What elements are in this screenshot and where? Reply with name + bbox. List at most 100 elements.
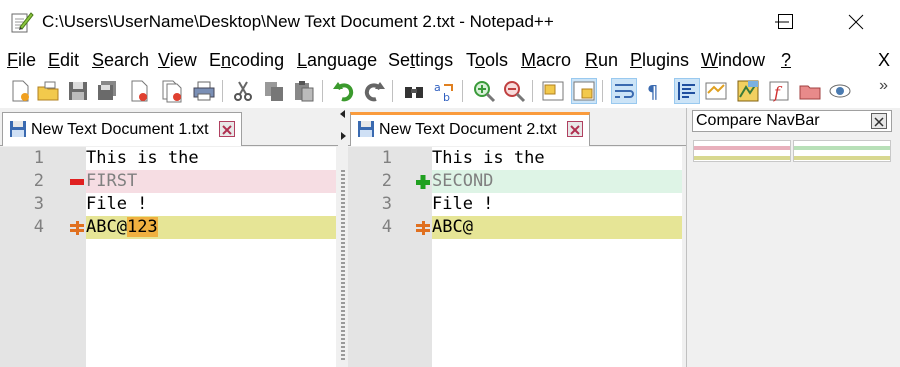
menu-run[interactable]: Run — [585, 50, 618, 71]
show-all-characters-icon[interactable]: ¶ — [642, 79, 666, 103]
save-all-icon[interactable] — [95, 79, 119, 103]
navbar-title: Compare NavBar — [696, 112, 820, 129]
menu-file[interactable]: File — [7, 50, 36, 71]
function-list-icon[interactable]: f — [767, 79, 791, 103]
zoom-out-icon[interactable] — [502, 79, 526, 103]
file-saved-icon — [357, 120, 375, 138]
tab-label: New Text Document 2.txt — [379, 121, 557, 138]
cut-icon[interactable] — [231, 79, 255, 103]
indent-guide-icon[interactable] — [674, 78, 700, 104]
menu-help[interactable]: ? — [781, 50, 791, 71]
added-marker — [794, 146, 890, 150]
menu-view[interactable]: View — [158, 50, 197, 71]
changed-marker — [794, 156, 890, 160]
line-text: ABC@ — [432, 216, 682, 239]
close-window-button[interactable] — [826, 0, 886, 46]
paste-icon[interactable] — [292, 79, 316, 103]
menu-encoding[interactable]: Encoding — [209, 50, 284, 71]
changed-line-icon — [416, 221, 430, 235]
sync-horizontal-scroll-icon[interactable] — [571, 78, 597, 104]
editor-line-changed: 4 ABC@123 — [0, 216, 336, 239]
zoom-in-icon[interactable] — [472, 79, 496, 103]
print-icon[interactable] — [192, 79, 216, 103]
tab-new-text-document-1[interactable]: New Text Document 1.txt — [2, 112, 242, 146]
svg-text:b: b — [443, 91, 450, 103]
left-tab-strip: New Text Document 1.txt — [0, 108, 340, 146]
line-text: File ! — [86, 194, 148, 214]
title-bar: C:\Users\UserName\Desktop\New Text Docum… — [0, 0, 900, 46]
menu-bar: File Edit Search View Encoding Language … — [0, 47, 900, 75]
right-tab-strip: New Text Document 2.txt — [348, 108, 686, 146]
editor-line-added: 2 SECOND — [348, 170, 682, 193]
line-text: This is the — [432, 148, 545, 168]
save-icon[interactable] — [66, 79, 90, 103]
menu-edit[interactable]: Edit — [48, 50, 79, 71]
menu-search[interactable]: Search — [92, 50, 149, 71]
navbar-close-icon[interactable] — [871, 113, 887, 129]
menu-plugins[interactable]: Plugins — [630, 50, 689, 71]
changed-marker — [694, 156, 790, 160]
pane-splitter[interactable] — [338, 108, 348, 367]
folder-as-workspace-icon[interactable] — [798, 79, 822, 103]
navbar-right-map[interactable] — [793, 140, 891, 162]
right-editor-pane[interactable]: 1 This is the 2 SECOND 3 File ! 4 ABC@ — [348, 147, 682, 367]
close-all-icon[interactable] — [160, 79, 184, 103]
splitter-grip[interactable] — [341, 170, 345, 360]
menu-window[interactable]: Window — [701, 50, 765, 71]
compare-icon[interactable] — [704, 79, 728, 103]
editor-line: 3 File ! — [348, 193, 682, 216]
changed-line-icon — [70, 221, 84, 235]
added-line-icon — [416, 175, 430, 189]
menu-macro[interactable]: Macro — [521, 50, 571, 71]
line-text: File ! — [432, 194, 494, 214]
tab-new-text-document-2[interactable]: New Text Document 2.txt — [350, 112, 590, 146]
editor-line-changed: 4 ABC@ — [348, 216, 682, 239]
window-title: C:\Users\UserName\Desktop\New Text Docum… — [42, 12, 554, 31]
maximize-button[interactable] — [758, 0, 818, 46]
copy-icon[interactable] — [262, 79, 286, 103]
line-number: 3 — [33, 194, 44, 214]
document-map-icon[interactable] — [736, 79, 760, 103]
open-file-icon[interactable] — [36, 79, 60, 103]
line-number: 4 — [381, 217, 392, 237]
line-number: 3 — [381, 194, 392, 214]
close-document-button[interactable]: X — [878, 50, 890, 71]
toolbar: ab ¶ f » — [0, 75, 900, 107]
line-text: FIRST — [86, 170, 336, 193]
svg-text:a: a — [434, 81, 441, 94]
tab-close-icon[interactable] — [219, 121, 235, 137]
menu-tools[interactable]: Tools — [466, 50, 508, 71]
redo-icon[interactable] — [362, 79, 386, 103]
navbar-header: Compare NavBar — [692, 110, 892, 132]
editor-line: 1 This is the — [348, 147, 682, 170]
menu-language[interactable]: Language — [297, 50, 377, 71]
left-editor-pane[interactable]: 1 This is the 2 FIRST 3 File ! 4 ABC@123 — [0, 147, 336, 367]
word-wrap-icon[interactable] — [611, 78, 637, 104]
close-file-icon[interactable] — [127, 79, 151, 103]
line-number: 4 — [33, 217, 44, 237]
editor-line: 1 This is the — [0, 147, 336, 170]
tab-label: New Text Document 1.txt — [31, 121, 209, 138]
tab-close-icon[interactable] — [567, 121, 583, 137]
notepadpp-icon — [10, 10, 34, 34]
line-number: 1 — [33, 148, 44, 168]
replace-icon[interactable]: ab — [432, 79, 456, 104]
undo-icon[interactable] — [332, 79, 356, 103]
splitter-right-arrow-icon[interactable] — [339, 132, 347, 140]
editor-area: New Text Document 1.txt 1 This is the 2 … — [0, 108, 900, 367]
find-icon[interactable] — [402, 79, 426, 103]
new-file-icon[interactable] — [8, 79, 32, 103]
line-number: 1 — [381, 148, 392, 168]
toolbar-overflow-icon[interactable]: » — [879, 77, 888, 95]
changed-text-highlight: 123 — [126, 217, 158, 237]
menu-settings[interactable]: Settings — [388, 50, 453, 71]
line-text: SECOND — [432, 170, 682, 193]
splitter-left-arrow-icon[interactable] — [339, 110, 347, 118]
line-number: 2 — [381, 171, 392, 191]
sync-vertical-scroll-icon[interactable] — [541, 79, 565, 103]
navbar-left-map[interactable] — [693, 140, 791, 162]
compare-navbar-panel: Compare NavBar — [686, 108, 900, 367]
monitoring-eye-icon[interactable] — [828, 79, 852, 103]
editor-line-removed: 2 FIRST — [0, 170, 336, 193]
line-text: ABC@123 — [86, 216, 336, 239]
